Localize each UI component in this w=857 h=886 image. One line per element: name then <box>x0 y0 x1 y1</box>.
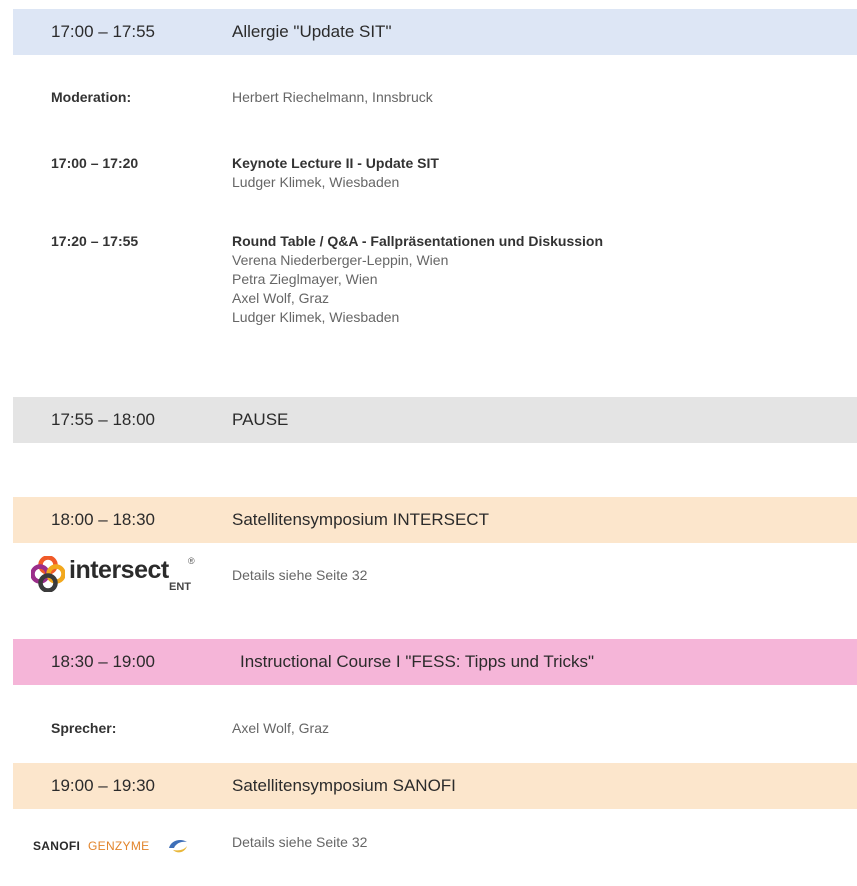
speaker-label: Sprecher: <box>51 720 117 736</box>
intersect-details: Details siehe Seite 32 <box>232 567 368 583</box>
registered-mark: ® <box>188 556 195 566</box>
session-time: 17:00 – 17:55 <box>51 22 155 41</box>
session-time: 18:00 – 18:30 <box>51 510 155 529</box>
genzyme-logo-text: GENZYME <box>88 839 150 853</box>
speaker: Verena Niederberger-Leppin, Wien <box>232 252 449 268</box>
session-time: 17:55 – 18:00 <box>51 410 155 429</box>
sanofi-bird-icon <box>169 840 187 853</box>
sanofi-genzyme-logo: SANOFI GENZYME <box>33 835 203 859</box>
item-time: 17:00 – 17:20 <box>51 155 139 171</box>
session-header-intersect: 18:00 – 18:30 Satellitensymposium INTERS… <box>13 497 857 543</box>
program-item: Keynote Lecture II - Update SIT Ludger K… <box>232 154 439 192</box>
session-header-pause: 17:55 – 18:00 PAUSE <box>13 397 857 443</box>
intersect-ent-logo: intersect ® ENT <box>31 554 201 596</box>
speaker: Petra Zieglmayer, Wien <box>232 271 378 287</box>
speaker: Ludger Klimek, Wiesbaden <box>232 174 400 190</box>
speaker: Ludger Klimek, Wiesbaden <box>232 309 400 325</box>
item-time: 17:20 – 17:55 <box>51 233 139 249</box>
sanofi-logo-text: SANOFI <box>33 839 81 853</box>
sanofi-details: Details siehe Seite 32 <box>232 834 368 850</box>
intersect-logo-word: intersect <box>69 556 169 584</box>
moderation-value: Herbert Riechelmann, Innsbruck <box>232 89 433 105</box>
speaker: Axel Wolf, Graz <box>232 290 329 306</box>
intersect-logo-sub: ENT <box>169 581 191 593</box>
session-header-course: 18:30 – 19:00 Instructional Course I "FE… <box>13 639 857 685</box>
moderation-label: Moderation: <box>51 89 132 105</box>
session-header-sanofi: 19:00 – 19:30 Satellitensymposium SANOFI <box>13 763 857 809</box>
session-title: PAUSE <box>232 410 289 429</box>
program-item: Round Table / Q&A - Fallpräsentationen u… <box>232 232 603 327</box>
item-title: Keynote Lecture II - Update SIT <box>232 155 439 171</box>
session-header-allergie: 17:00 – 17:55 Allergie "Update SIT" <box>13 9 857 55</box>
session-title: Instructional Course I "FESS: Tipps und … <box>240 652 595 671</box>
session-title: Satellitensymposium SANOFI <box>232 776 456 795</box>
session-title: Satellitensymposium INTERSECT <box>232 510 489 529</box>
speaker-value: Axel Wolf, Graz <box>232 720 329 736</box>
session-time: 18:30 – 19:00 <box>51 652 155 671</box>
item-title: Round Table / Q&A - Fallpräsentationen u… <box>232 233 604 249</box>
session-time: 19:00 – 19:30 <box>51 776 155 795</box>
session-title: Allergie "Update SIT" <box>232 22 392 41</box>
intersect-mark-icon <box>31 556 65 592</box>
